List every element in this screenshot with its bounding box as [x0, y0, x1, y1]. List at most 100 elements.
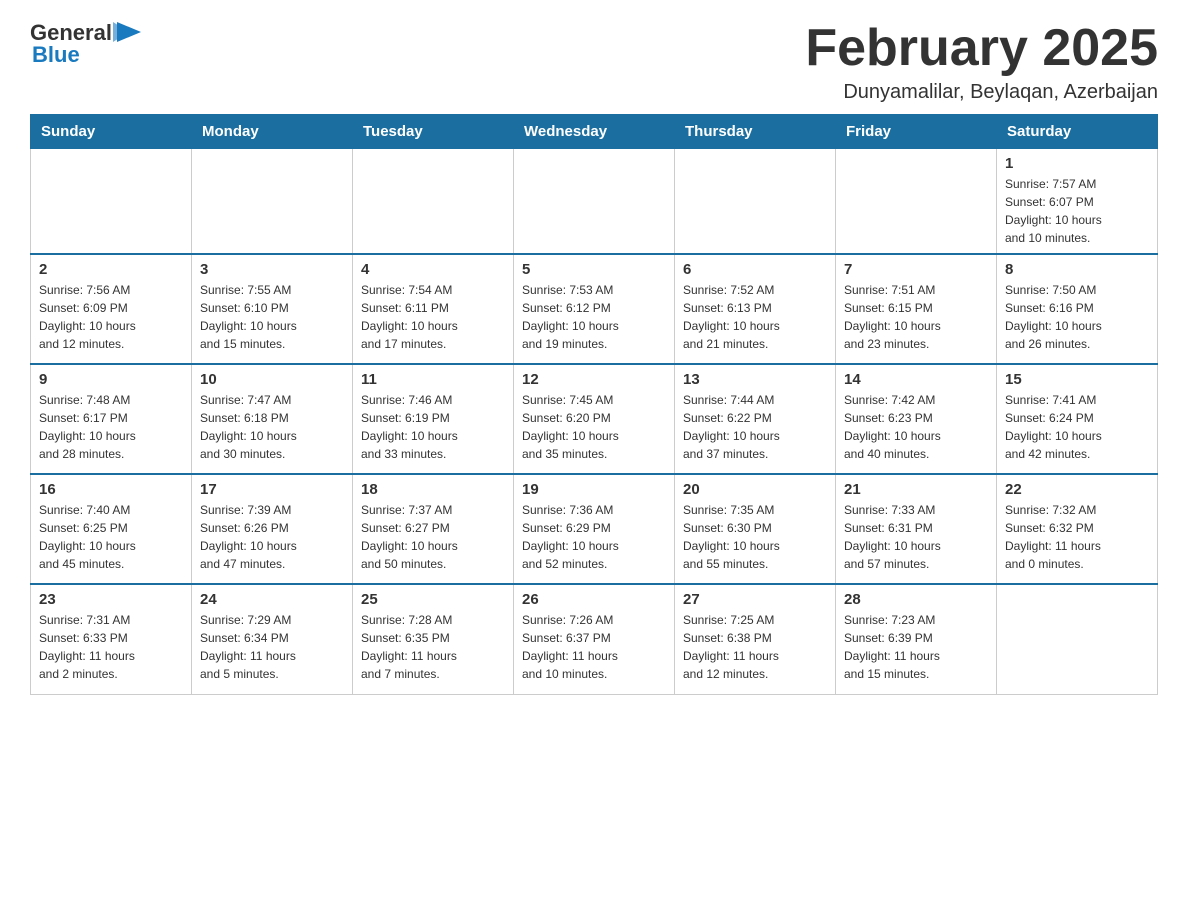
week-row-2: 2 Sunrise: 7:56 AM Sunset: 6:09 PM Daylig… — [31, 254, 1158, 364]
day-info: Sunrise: 7:41 AM Sunset: 6:24 PM Dayligh… — [1005, 391, 1149, 463]
day-info: Sunrise: 7:45 AM Sunset: 6:20 PM Dayligh… — [522, 391, 666, 463]
day-info: Sunrise: 7:57 AM Sunset: 6:07 PM Dayligh… — [1005, 175, 1149, 247]
calendar-table: SundayMondayTuesdayWednesdayThursdayFrid… — [30, 114, 1158, 695]
calendar-cell: 11 Sunrise: 7:46 AM Sunset: 6:19 PM Dayli… — [353, 364, 514, 474]
calendar-cell — [675, 149, 836, 255]
calendar-cell: 22 Sunrise: 7:32 AM Sunset: 6:32 PM Dayli… — [997, 474, 1158, 584]
calendar-cell: 19 Sunrise: 7:36 AM Sunset: 6:29 PM Dayli… — [514, 474, 675, 584]
day-number: 5 — [522, 261, 666, 278]
calendar-cell: 27 Sunrise: 7:25 AM Sunset: 6:38 PM Dayli… — [675, 584, 836, 694]
day-info: Sunrise: 7:32 AM Sunset: 6:32 PM Dayligh… — [1005, 501, 1149, 573]
week-row-1: 1 Sunrise: 7:57 AM Sunset: 6:07 PM Daylig… — [31, 149, 1158, 255]
day-info: Sunrise: 7:47 AM Sunset: 6:18 PM Dayligh… — [200, 391, 344, 463]
week-row-5: 23 Sunrise: 7:31 AM Sunset: 6:33 PM Dayli… — [31, 584, 1158, 694]
day-info: Sunrise: 7:44 AM Sunset: 6:22 PM Dayligh… — [683, 391, 827, 463]
day-number: 11 — [361, 371, 505, 388]
calendar-cell: 13Sunrise: 7:44 AM Sunset: 6:22 PM Dayli… — [675, 364, 836, 474]
day-number: 7 — [844, 261, 988, 278]
calendar-cell: 9 Sunrise: 7:48 AM Sunset: 6:17 PM Daylig… — [31, 364, 192, 474]
calendar-cell: 28 Sunrise: 7:23 AM Sunset: 6:39 PM Dayli… — [836, 584, 997, 694]
calendar-cell — [192, 149, 353, 255]
day-info: Sunrise: 7:42 AM Sunset: 6:23 PM Dayligh… — [844, 391, 988, 463]
day-info: Sunrise: 7:53 AM Sunset: 6:12 PM Dayligh… — [522, 281, 666, 353]
day-info: Sunrise: 7:51 AM Sunset: 6:15 PM Dayligh… — [844, 281, 988, 353]
day-info: Sunrise: 7:37 AM Sunset: 6:27 PM Dayligh… — [361, 501, 505, 573]
day-info: Sunrise: 7:56 AM Sunset: 6:09 PM Dayligh… — [39, 281, 183, 353]
day-number: 18 — [361, 481, 505, 498]
day-number: 9 — [39, 371, 183, 388]
calendar-cell — [31, 149, 192, 255]
day-number: 8 — [1005, 261, 1149, 278]
logo: General Blue — [30, 20, 142, 68]
calendar-cell: 26 Sunrise: 7:26 AM Sunset: 6:37 PM Dayli… — [514, 584, 675, 694]
calendar-cell: 2 Sunrise: 7:56 AM Sunset: 6:09 PM Daylig… — [31, 254, 192, 364]
calendar-cell: 4 Sunrise: 7:54 AM Sunset: 6:11 PM Daylig… — [353, 254, 514, 364]
day-number: 21 — [844, 481, 988, 498]
day-number: 17 — [200, 481, 344, 498]
calendar-cell: 10 Sunrise: 7:47 AM Sunset: 6:18 PM Dayli… — [192, 364, 353, 474]
day-number: 15 — [1005, 371, 1149, 388]
day-number: 27 — [683, 591, 827, 608]
calendar-cell: 1 Sunrise: 7:57 AM Sunset: 6:07 PM Daylig… — [997, 149, 1158, 255]
week-row-3: 9 Sunrise: 7:48 AM Sunset: 6:17 PM Daylig… — [31, 364, 1158, 474]
day-number: 2 — [39, 261, 183, 278]
day-number: 6 — [683, 261, 827, 278]
day-number: 19 — [522, 481, 666, 498]
weekday-header-saturday: Saturday — [997, 115, 1158, 149]
day-info: Sunrise: 7:31 AM Sunset: 6:33 PM Dayligh… — [39, 611, 183, 683]
calendar-cell: 21 Sunrise: 7:33 AM Sunset: 6:31 PM Dayli… — [836, 474, 997, 584]
calendar-cell — [353, 149, 514, 255]
day-number: 14 — [844, 371, 988, 388]
day-info: Sunrise: 7:29 AM Sunset: 6:34 PM Dayligh… — [200, 611, 344, 683]
day-info: Sunrise: 7:35 AM Sunset: 6:30 PM Dayligh… — [683, 501, 827, 573]
calendar-cell: 3 Sunrise: 7:55 AM Sunset: 6:10 PM Daylig… — [192, 254, 353, 364]
day-info: Sunrise: 7:36 AM Sunset: 6:29 PM Dayligh… — [522, 501, 666, 573]
calendar-cell: 15 Sunrise: 7:41 AM Sunset: 6:24 PM Dayli… — [997, 364, 1158, 474]
weekday-header-row: SundayMondayTuesdayWednesdayThursdayFrid… — [31, 115, 1158, 149]
calendar-cell — [514, 149, 675, 255]
day-info: Sunrise: 7:46 AM Sunset: 6:19 PM Dayligh… — [361, 391, 505, 463]
day-info: Sunrise: 7:54 AM Sunset: 6:11 PM Dayligh… — [361, 281, 505, 353]
day-number: 26 — [522, 591, 666, 608]
calendar-cell — [836, 149, 997, 255]
day-number: 20 — [683, 481, 827, 498]
calendar-cell: 23 Sunrise: 7:31 AM Sunset: 6:33 PM Dayli… — [31, 584, 192, 694]
day-info: Sunrise: 7:26 AM Sunset: 6:37 PM Dayligh… — [522, 611, 666, 683]
page-title: February 2025 — [805, 20, 1158, 77]
subtitle: Dunyamalilar, Beylaqan, Azerbaijan — [805, 81, 1158, 104]
day-info: Sunrise: 7:23 AM Sunset: 6:39 PM Dayligh… — [844, 611, 988, 683]
day-number: 23 — [39, 591, 183, 608]
day-number: 10 — [200, 371, 344, 388]
calendar-cell: 24 Sunrise: 7:29 AM Sunset: 6:34 PM Dayli… — [192, 584, 353, 694]
calendar-cell: 25Sunrise: 7:28 AM Sunset: 6:35 PM Dayli… — [353, 584, 514, 694]
calendar-cell: 5 Sunrise: 7:53 AM Sunset: 6:12 PM Daylig… — [514, 254, 675, 364]
calendar-cell: 8Sunrise: 7:50 AM Sunset: 6:16 PM Daylig… — [997, 254, 1158, 364]
day-number: 28 — [844, 591, 988, 608]
day-info: Sunrise: 7:25 AM Sunset: 6:38 PM Dayligh… — [683, 611, 827, 683]
day-info: Sunrise: 7:39 AM Sunset: 6:26 PM Dayligh… — [200, 501, 344, 573]
weekday-header-tuesday: Tuesday — [353, 115, 514, 149]
calendar-cell: 16 Sunrise: 7:40 AM Sunset: 6:25 PM Dayli… — [31, 474, 192, 584]
weekday-header-monday: Monday — [192, 115, 353, 149]
weekday-header-friday: Friday — [836, 115, 997, 149]
weekday-header-sunday: Sunday — [31, 115, 192, 149]
day-number: 1 — [1005, 155, 1149, 172]
day-number: 22 — [1005, 481, 1149, 498]
header: General Blue February 2025 Dunyamalilar,… — [30, 20, 1158, 104]
calendar-cell: 14 Sunrise: 7:42 AM Sunset: 6:23 PM Dayli… — [836, 364, 997, 474]
day-number: 12 — [522, 371, 666, 388]
day-info: Sunrise: 7:48 AM Sunset: 6:17 PM Dayligh… — [39, 391, 183, 463]
day-number: 4 — [361, 261, 505, 278]
day-number: 16 — [39, 481, 183, 498]
calendar-cell: 18 Sunrise: 7:37 AM Sunset: 6:27 PM Dayli… — [353, 474, 514, 584]
day-number: 3 — [200, 261, 344, 278]
day-info: Sunrise: 7:40 AM Sunset: 6:25 PM Dayligh… — [39, 501, 183, 573]
logo-triangle-icon — [113, 22, 141, 44]
day-number: 24 — [200, 591, 344, 608]
day-info: Sunrise: 7:33 AM Sunset: 6:31 PM Dayligh… — [844, 501, 988, 573]
weekday-header-wednesday: Wednesday — [514, 115, 675, 149]
day-number: 25 — [361, 591, 505, 608]
day-info: Sunrise: 7:55 AM Sunset: 6:10 PM Dayligh… — [200, 281, 344, 353]
calendar-cell: 12 Sunrise: 7:45 AM Sunset: 6:20 PM Dayli… — [514, 364, 675, 474]
day-info: Sunrise: 7:52 AM Sunset: 6:13 PM Dayligh… — [683, 281, 827, 353]
